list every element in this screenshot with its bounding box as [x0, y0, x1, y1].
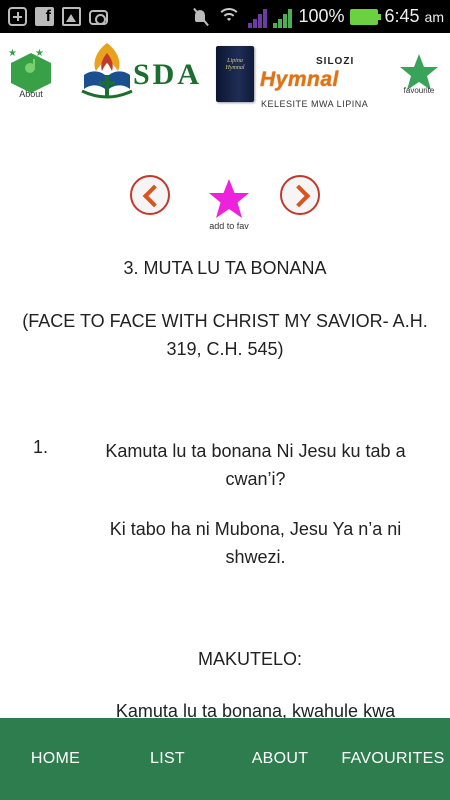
- sda-logo-icon: [81, 43, 133, 99]
- music-note-stem: [33, 59, 35, 69]
- hymnal-book-image: Lipina Hymnal: [216, 46, 254, 102]
- app-header: ★★ About SDA Lipina Hymnal SILOZI Hymnal…: [0, 33, 450, 118]
- wifi-icon: [216, 6, 242, 28]
- facebook-icon: f: [35, 7, 54, 26]
- previous-hymn-button[interactable]: [130, 175, 170, 215]
- book-cover-text: Lipina Hymnal: [225, 58, 245, 71]
- nav-about[interactable]: ABOUT: [224, 718, 336, 800]
- about-button[interactable]: ★★ About: [0, 33, 62, 108]
- favourite-label: favourite: [403, 86, 435, 95]
- about-label: About: [19, 89, 43, 99]
- bottom-navigation: HOME LIST ABOUT FAVOURITES: [0, 718, 450, 800]
- nav-favourites[interactable]: FAVOURITES: [336, 718, 450, 800]
- status-bar: f 100% 6:45 am: [0, 0, 450, 33]
- verse-line: Ki tabo ha ni Mubona, Jesu Ya n’a ni shw…: [109, 519, 402, 567]
- image-notification-icon: [62, 7, 81, 26]
- verse-number: 1.: [33, 437, 49, 457]
- mute-icon: [192, 7, 210, 27]
- music-hexagon-icon: [11, 53, 51, 93]
- nav-home[interactable]: HOME: [0, 718, 111, 800]
- hymn-subtitle: (FACE TO FACE WITH CHRIST MY SAVIOR- A.H…: [22, 311, 428, 359]
- battery-percent: 100%: [298, 6, 345, 26]
- camera-notification-icon: [89, 10, 108, 25]
- battery-icon: [350, 8, 382, 25]
- notification-icons: f: [8, 7, 108, 26]
- system-icons: 100% 6:45 am: [192, 0, 444, 33]
- add-to-favourite-label[interactable]: add to fav: [199, 221, 259, 231]
- verse-line: Kamuta lu ta bonana Ni Jesu ku tab a cwa…: [105, 441, 406, 489]
- sparkle-stars-icon: ★★: [8, 48, 62, 59]
- favourites-header-button[interactable]: favourite: [390, 45, 448, 105]
- clock: 6:45 am: [384, 6, 444, 26]
- plus-notification-icon: [8, 7, 27, 26]
- hymn-title: 3. MUTA LU TA BONANA: [123, 258, 327, 278]
- signal-icon-sim1: [248, 6, 268, 28]
- header-subtitle: KELESITE MWA LIPINA: [261, 99, 369, 109]
- sda-logo-text: SDA: [133, 58, 203, 91]
- signal-icon-sim2: [273, 6, 293, 28]
- silozi-label: SILOZI: [316, 56, 355, 67]
- next-hymn-button[interactable]: [280, 175, 320, 215]
- chorus-label: MAKUTELO:: [197, 649, 303, 669]
- add-to-favourite-star-icon[interactable]: [207, 178, 251, 220]
- hymnal-title: Hymnal: [260, 68, 339, 91]
- nav-list[interactable]: LIST: [111, 718, 224, 800]
